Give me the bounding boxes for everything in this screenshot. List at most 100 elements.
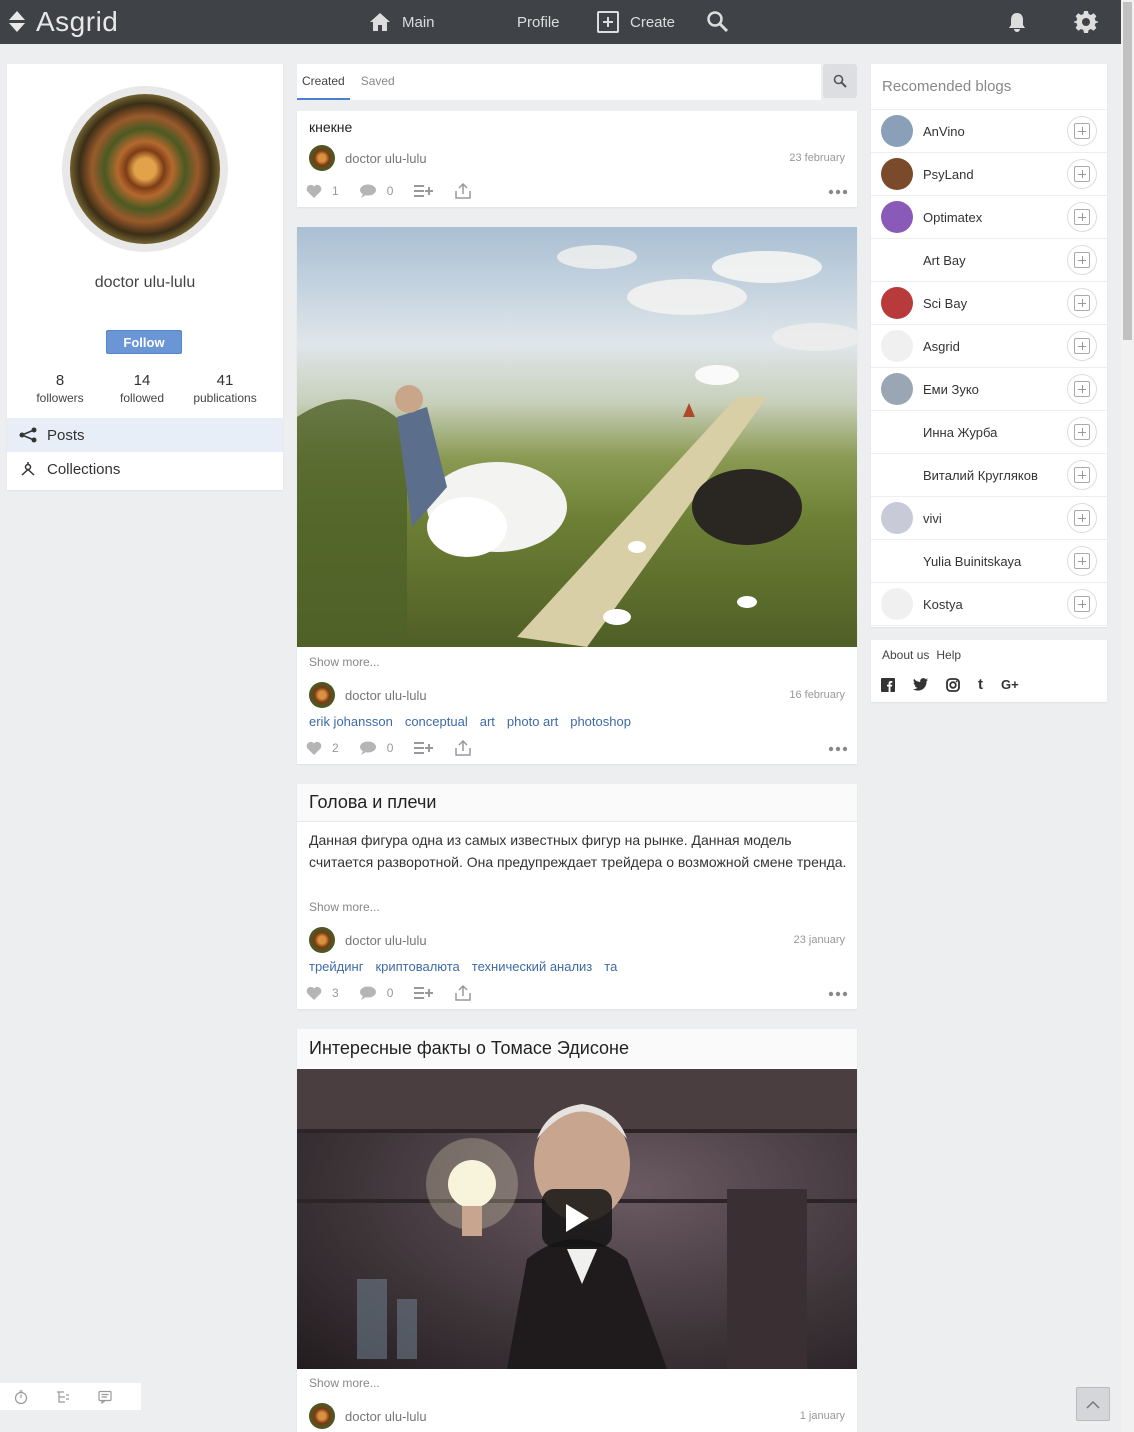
like-button[interactable]: 3: [306, 986, 339, 1000]
post-title[interactable]: Голова и плечи: [297, 792, 448, 813]
tag[interactable]: photoshop: [570, 714, 631, 729]
tag[interactable]: технический анализ: [472, 959, 592, 974]
post-image[interactable]: [297, 227, 857, 647]
page-scrollbar[interactable]: [1121, 0, 1134, 1432]
logo[interactable]: Asgrid: [6, 6, 118, 38]
recommended-blog-item[interactable]: Asgrid: [871, 325, 1107, 368]
more-options-button[interactable]: [828, 739, 848, 757]
feed-search-button[interactable]: [823, 64, 857, 98]
blog-name[interactable]: Kostya: [923, 597, 1067, 612]
author-name[interactable]: doctor ulu-lulu: [345, 688, 779, 703]
subscribe-button[interactable]: [1067, 503, 1097, 533]
blog-name[interactable]: Optimatex: [923, 210, 1067, 225]
blog-name[interactable]: vivi: [923, 511, 1067, 526]
share-button[interactable]: [455, 183, 472, 199]
author-name[interactable]: doctor ulu-lulu: [345, 1409, 790, 1424]
blog-avatar[interactable]: [881, 373, 913, 405]
subscribe-button[interactable]: [1067, 546, 1097, 576]
tag[interactable]: трейдинг: [309, 959, 363, 974]
notifications-button[interactable]: [1003, 8, 1031, 36]
recommended-blog-item[interactable]: Sci Bay: [871, 282, 1107, 325]
timer-icon[interactable]: [14, 1389, 28, 1404]
comment-button[interactable]: 0: [359, 184, 393, 198]
blog-name[interactable]: Sci Bay: [923, 296, 1067, 311]
facebook-icon[interactable]: [881, 677, 895, 692]
google-plus-icon[interactable]: G+: [1001, 677, 1019, 692]
like-button[interactable]: 2: [306, 741, 339, 755]
blog-avatar[interactable]: [881, 459, 913, 491]
comment-button[interactable]: 0: [359, 741, 393, 755]
subscribe-button[interactable]: [1067, 589, 1097, 619]
post-title[interactable]: Интересные факты о Томасе Эдисоне: [297, 1038, 641, 1059]
recommended-blog-item[interactable]: Инна Журба: [871, 411, 1107, 454]
author-avatar[interactable]: [309, 682, 335, 708]
like-button[interactable]: 1: [306, 184, 339, 198]
post-title[interactable]: кнекне: [297, 111, 857, 135]
blog-avatar[interactable]: [881, 416, 913, 448]
instagram-icon[interactable]: [946, 677, 960, 692]
blog-avatar[interactable]: [881, 545, 913, 577]
share-button[interactable]: [455, 985, 472, 1001]
recommended-blog-item[interactable]: Optimatex: [871, 196, 1107, 239]
blog-name[interactable]: Art Bay: [923, 253, 1067, 268]
author-name[interactable]: doctor ulu-lulu: [345, 151, 779, 166]
more-options-button[interactable]: [828, 984, 848, 1002]
recommended-blog-item[interactable]: Виталий Кругляков: [871, 454, 1107, 497]
subscribe-button[interactable]: [1067, 288, 1097, 318]
author-avatar[interactable]: [309, 1403, 335, 1429]
blog-avatar[interactable]: [881, 158, 913, 190]
blog-name[interactable]: PsyLand: [923, 167, 1067, 182]
subscribe-button[interactable]: [1067, 159, 1097, 189]
search-button[interactable]: [704, 8, 732, 36]
stat-followers[interactable]: 8 followers: [35, 372, 85, 405]
subscribe-button[interactable]: [1067, 331, 1097, 361]
nav-create[interactable]: Create: [596, 0, 675, 44]
more-options-button[interactable]: [828, 182, 848, 200]
author-avatar[interactable]: [309, 927, 335, 953]
recommended-blog-item[interactable]: AnVino: [871, 110, 1107, 153]
blog-avatar[interactable]: [881, 502, 913, 534]
share-button[interactable]: [455, 740, 472, 756]
blog-avatar[interactable]: [881, 287, 913, 319]
blog-avatar[interactable]: [881, 115, 913, 147]
subscribe-button[interactable]: [1067, 374, 1097, 404]
stat-followed[interactable]: 14 followed: [115, 372, 169, 405]
tumblr-icon[interactable]: t: [978, 676, 983, 693]
scroll-to-top-button[interactable]: [1076, 1387, 1110, 1421]
tab-saved[interactable]: Saved: [356, 64, 400, 100]
add-to-collection-button[interactable]: [413, 184, 435, 198]
recommended-blog-item[interactable]: Еми Зуко: [871, 368, 1107, 411]
blog-name[interactable]: AnVino: [923, 124, 1067, 139]
help-link[interactable]: Help: [936, 648, 961, 662]
tag[interactable]: та: [604, 959, 617, 974]
subscribe-button[interactable]: [1067, 460, 1097, 490]
about-us-link[interactable]: About us: [882, 648, 929, 662]
tree-icon[interactable]: [56, 1390, 70, 1404]
show-more-link[interactable]: Show more...: [309, 655, 380, 669]
subscribe-button[interactable]: [1067, 245, 1097, 275]
menu-item-collections[interactable]: Collections: [7, 452, 283, 486]
subscribe-button[interactable]: [1067, 202, 1097, 232]
blog-name[interactable]: Asgrid: [923, 339, 1067, 354]
menu-item-posts[interactable]: Posts: [7, 418, 283, 452]
video-play-button[interactable]: [542, 1189, 612, 1247]
post-video[interactable]: [297, 1069, 857, 1369]
blog-name[interactable]: Инна Журба: [923, 425, 1067, 440]
nav-main[interactable]: Main: [368, 0, 435, 44]
show-more-link[interactable]: Show more...: [309, 900, 380, 914]
blog-name[interactable]: Еми Зуко: [923, 382, 1067, 397]
recommended-blog-item[interactable]: Yulia Buinitskaya: [871, 540, 1107, 583]
tag[interactable]: криптовалюта: [375, 959, 459, 974]
recommended-blog-item[interactable]: PsyLand: [871, 153, 1107, 196]
comment-button[interactable]: 0: [359, 986, 393, 1000]
message-icon[interactable]: [98, 1390, 112, 1404]
tag[interactable]: conceptual: [405, 714, 468, 729]
recommended-blog-item[interactable]: Art Bay: [871, 239, 1107, 282]
blog-name[interactable]: Виталий Кругляков: [923, 468, 1067, 483]
subscribe-button[interactable]: [1067, 417, 1097, 447]
tag[interactable]: art: [480, 714, 495, 729]
blog-name[interactable]: Yulia Buinitskaya: [923, 554, 1067, 569]
nav-profile[interactable]: Profile: [517, 0, 560, 44]
add-to-collection-button[interactable]: [413, 741, 435, 755]
blog-avatar[interactable]: [881, 201, 913, 233]
